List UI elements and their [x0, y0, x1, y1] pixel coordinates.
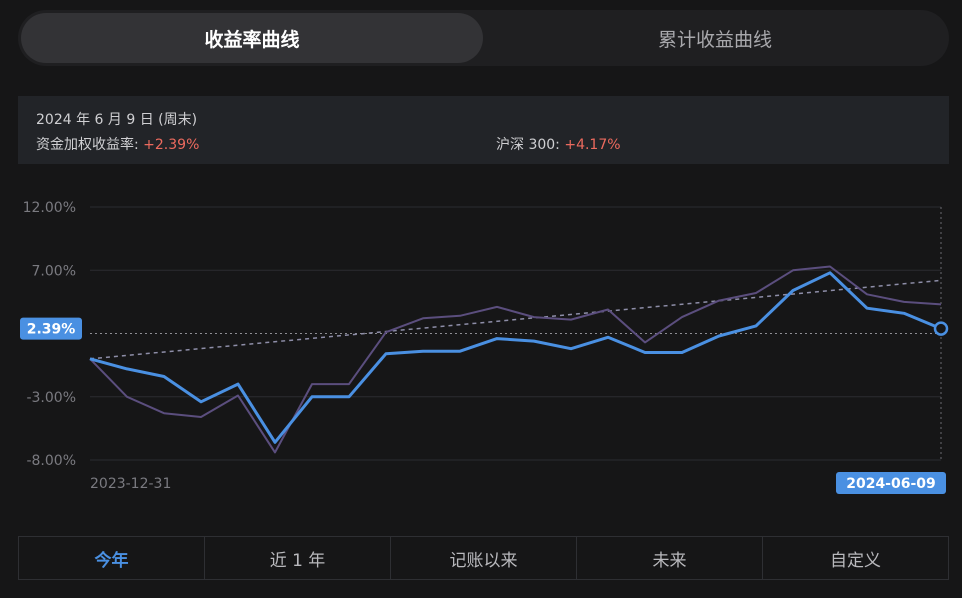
fund-return-row: 资金加权收益率: +2.39% [36, 134, 199, 154]
range-since-start[interactable]: 记账以来 [391, 537, 577, 579]
y-tick-label: -8.00% [26, 453, 76, 469]
range-last-year[interactable]: 近 1 年 [205, 537, 391, 579]
fund-return-value: +2.39% [143, 137, 200, 153]
current-value-label: 2.39% [27, 322, 76, 338]
range-custom[interactable]: 自定义 [763, 537, 948, 579]
y-tick-label: -3.00% [26, 390, 76, 406]
y-tick-label: 7.00% [32, 263, 76, 279]
tab-cumulative-curve[interactable]: 累计收益曲线 [484, 13, 946, 63]
trend-line [89, 279, 942, 360]
index-return-label: 沪深 300: [496, 137, 560, 153]
info-panel: 2024 年 6 月 9 日 (周末) 资金加权收益率: +2.39% 沪深 3… [18, 96, 949, 164]
index-return-row: 沪深 300: +4.17% [496, 134, 621, 154]
curve-type-switch: 收益率曲线 累计收益曲线 [18, 10, 949, 66]
x-end-label: 2024-06-09 [846, 476, 936, 492]
fund-series-line [89, 271, 942, 444]
index-return-value: +4.17% [564, 137, 621, 153]
current-point [933, 321, 949, 336]
fund-return-label: 资金加权收益率: [36, 137, 139, 153]
selected-date: 2024 年 6 月 9 日 (周末) [36, 112, 198, 128]
range-future[interactable]: 未来 [577, 537, 763, 579]
return-chart[interactable]: 12.00% 7.00% -3.00% -8.00% 2.39% 2023-12-31 20… [0, 180, 962, 510]
y-tick-label: 12.00% [23, 200, 76, 216]
tab-return-curve[interactable]: 收益率曲线 [21, 13, 483, 63]
range-this-year[interactable]: 今年 [19, 537, 205, 579]
time-range-selector: 今年 近 1 年 记账以来 未来 自定义 [18, 536, 949, 580]
index-series-line [89, 265, 942, 454]
x-start-label: 2023-12-31 [90, 476, 171, 492]
